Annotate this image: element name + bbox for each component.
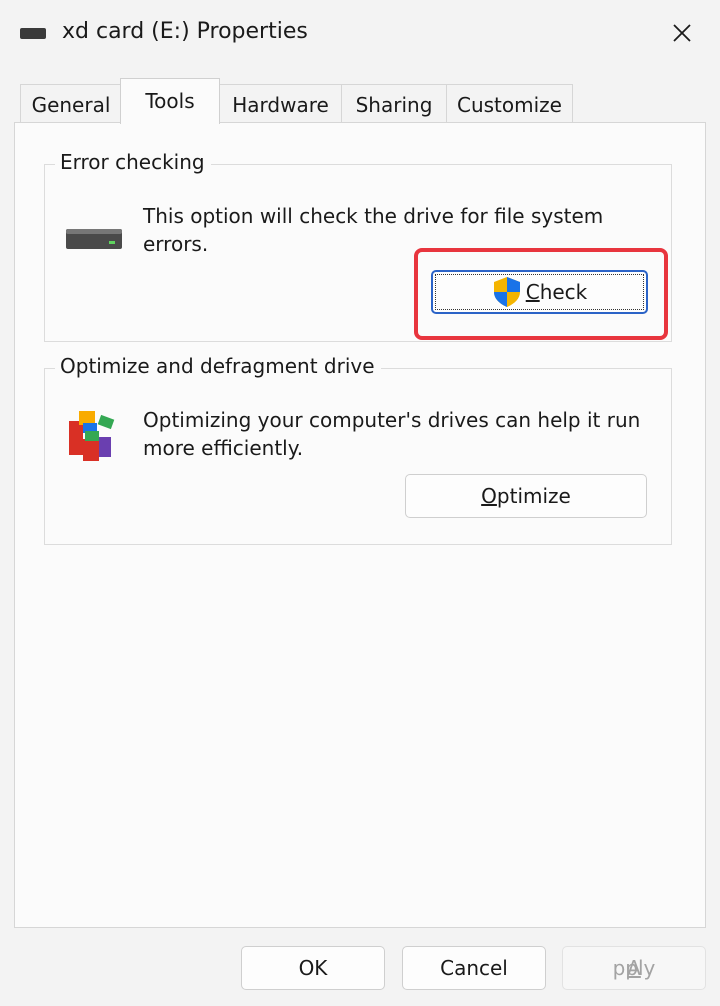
group-label: Optimize and defragment drive xyxy=(55,354,381,378)
group-label: Error checking xyxy=(55,150,211,174)
tab-label: Hardware xyxy=(232,93,329,117)
title-bar: xd card (E:) Properties xyxy=(0,0,720,66)
apply-content: Apply xyxy=(563,947,705,989)
tab-label: Sharing xyxy=(355,93,433,117)
tab-label: General xyxy=(31,93,111,117)
tab-label: Customize xyxy=(457,93,562,117)
tab-tools[interactable]: Tools xyxy=(120,78,220,124)
drive-icon xyxy=(20,28,46,39)
cancel-button[interactable]: Cancel xyxy=(402,946,546,990)
defrag-icon xyxy=(65,407,123,469)
optimize-accel: O xyxy=(481,484,497,508)
tab-hardware[interactable]: Hardware xyxy=(219,84,342,122)
optimize-button[interactable]: Optimize xyxy=(405,474,647,518)
ok-button[interactable]: OK xyxy=(241,946,385,990)
close-button[interactable] xyxy=(652,10,712,56)
drive-icon xyxy=(65,227,123,257)
optimize-description: Optimizing your computer's drives can he… xyxy=(143,408,641,460)
apply-label-rest: pply xyxy=(612,956,656,980)
optimize-button-content: Optimize xyxy=(406,475,646,517)
ok-label: OK xyxy=(298,956,328,980)
cancel-label: Cancel xyxy=(440,956,508,980)
close-icon xyxy=(673,24,691,42)
tab-general[interactable]: General xyxy=(20,84,122,122)
optimize-label-rest: ptimize xyxy=(496,484,571,508)
tab-customize[interactable]: Customize xyxy=(446,84,573,122)
tab-label: Tools xyxy=(145,89,195,113)
window-title: xd card (E:) Properties xyxy=(62,19,308,44)
tab-sharing[interactable]: Sharing xyxy=(341,84,447,122)
check-button-highlight xyxy=(414,248,668,340)
apply-button[interactable]: Apply xyxy=(562,946,706,990)
optimize-group: Optimize and defragment drive Optimizing… xyxy=(44,354,672,545)
